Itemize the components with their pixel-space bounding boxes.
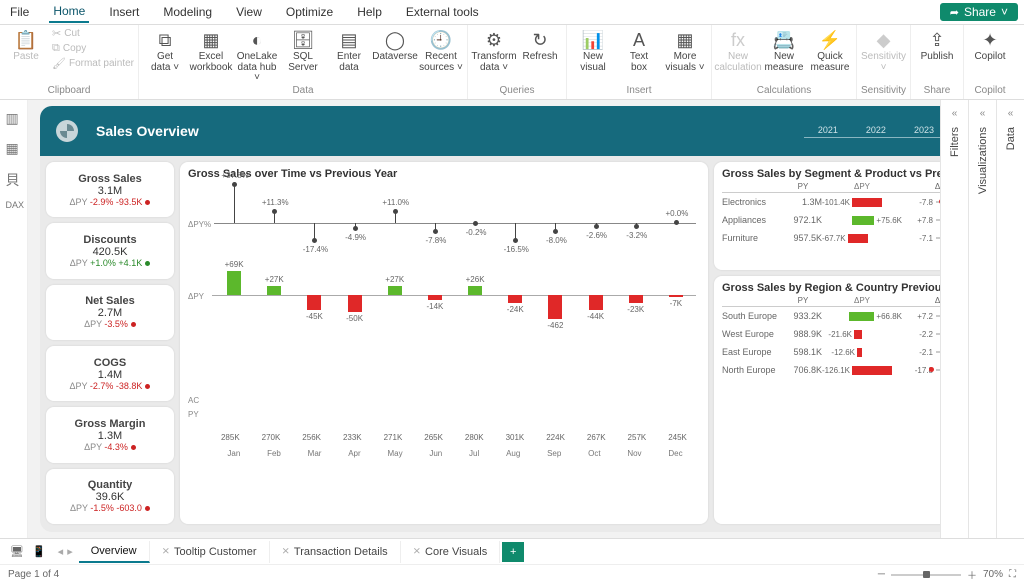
zoom-out-button[interactable]: ─ [878, 569, 885, 580]
pane-visualizations[interactable]: «Visualizations [968, 100, 996, 538]
paste-button[interactable]: 📋Paste [4, 27, 48, 83]
model-view-icon[interactable]: ⾙ [6, 170, 22, 186]
kpi-gross-sales[interactable]: Gross Sales3.1MΔPY -2.9% -93.5K [46, 162, 174, 217]
ribbon-group-data: ⧉Getdata ˅▦Excelworkbook◐OneLakedata hub… [139, 25, 468, 99]
ribbon-refresh[interactable]: ↻Refresh [518, 27, 562, 83]
ribbon-new-calculation[interactable]: fxNewcalculation [716, 27, 760, 83]
menu-view[interactable]: View [232, 2, 266, 22]
menu-modeling[interactable]: Modeling [159, 2, 216, 22]
menu-help[interactable]: Help [353, 2, 386, 22]
fit-page-button[interactable]: ⛶ [1009, 569, 1016, 580]
kpi-net-sales[interactable]: Net Sales2.7MΔPY -3.5% [46, 285, 174, 340]
menu-external-tools[interactable]: External tools [402, 2, 483, 22]
page-tab-transaction-details[interactable]: ⨯Transaction Details [270, 541, 401, 563]
menu-optimize[interactable]: Optimize [282, 2, 337, 22]
ribbon-group-insert: 📊NewvisualATextbox▦Morevisuals ˅Insert [567, 25, 712, 99]
ribbon-new-measure[interactable]: 📇Newmeasure [762, 27, 806, 83]
ribbon-group-share: ⇪PublishShare [911, 25, 964, 99]
ribbon-group-calculations: fxNewcalculation📇Newmeasure⚡Quickmeasure… [712, 25, 857, 99]
page-title: Sales Overview [96, 123, 199, 139]
ribbon-transform-data[interactable]: ⚙Transformdata ˅ [472, 27, 516, 83]
chart-gross-sales-time[interactable]: Gross Sales over Time vs Previous Year Δ… [180, 162, 708, 524]
kpi-gross-margin[interactable]: Gross Margin1.3MΔPY -4.3% [46, 407, 174, 462]
share-button[interactable]: Share ˅ [940, 3, 1018, 21]
dax-view-icon[interactable]: DAX [6, 200, 22, 216]
ribbon-recent-sources[interactable]: 🕘Recentsources ˅ [419, 27, 463, 83]
zoom-in-button[interactable]: ＋ [967, 567, 977, 582]
ribbon-more-visuals[interactable]: ▦Morevisuals ˅ [663, 27, 707, 83]
table-view-icon[interactable]: ▦ [6, 140, 22, 156]
year-tab-2022[interactable]: 2022 [852, 125, 900, 138]
report-view-icon[interactable]: ▥ [6, 110, 22, 126]
ribbon-group-copilot: ✦CopilotCopilot [964, 25, 1016, 99]
report-canvas[interactable]: Sales Overview 2021202220232024 Gross Sa… [28, 100, 1024, 538]
page-tab-overview[interactable]: Overview [79, 541, 150, 563]
pane-data[interactable]: «Data [996, 100, 1024, 538]
menu-insert[interactable]: Insert [105, 2, 143, 22]
mobile-layout-icon[interactable]: 📱 [32, 545, 46, 558]
ribbon-dataverse[interactable]: ◯Dataverse [373, 27, 417, 83]
dashboard: Sales Overview 2021202220232024 Gross Sa… [40, 106, 1012, 532]
zoom-slider[interactable] [891, 574, 961, 576]
desktop-layout-icon[interactable]: 🖥 [10, 545, 24, 558]
page-tab-tooltip-customer[interactable]: ⨯Tooltip Customer [150, 541, 270, 563]
ribbon-onelake-data-hub[interactable]: ◐OneLakedata hub ˅ [235, 27, 279, 83]
ribbon-copilot[interactable]: ✦Copilot [968, 27, 1012, 83]
kpi-discounts[interactable]: Discounts420.5KΔPY +1.0% +4.1K [46, 223, 174, 278]
ribbon-enter-data[interactable]: ▤Enterdata [327, 27, 371, 83]
logo-icon [56, 120, 78, 142]
zoom-level: 70% [983, 569, 1003, 580]
page-tab-core-visuals[interactable]: ⨯Core Visuals [401, 541, 501, 563]
ribbon-quick-measure[interactable]: ⚡Quickmeasure [808, 27, 852, 83]
page-nav-next[interactable]: ▸ [67, 545, 73, 558]
ribbon-group-queries: ⚙Transformdata ˅↻RefreshQueries [468, 25, 567, 99]
view-rail: ▥ ▦ ⾙ DAX [0, 100, 28, 538]
ribbon-get-data[interactable]: ⧉Getdata ˅ [143, 27, 187, 83]
ribbon-publish[interactable]: ⇪Publish [915, 27, 959, 83]
side-panes: «Filters«Visualizations«Data [940, 100, 1024, 538]
copy-button[interactable]: ⧉Copy [52, 42, 134, 55]
menu-file[interactable]: File [6, 2, 33, 22]
ribbon-sql-server[interactable]: 🗄SQLServer [281, 27, 325, 83]
page-tab-strip: 🖥 📱 ◂ ▸ Overview⨯Tooltip Customer⨯Transa… [0, 538, 1024, 564]
ribbon: 📋Paste ✂Cut ⧉Copy 🖌Format painter Clipbo… [0, 25, 1024, 100]
menu-bar: File Home Insert Modeling View Optimize Help Ex… [0, 0, 1024, 25]
ribbon-excel-workbook[interactable]: ▦Excelworkbook [189, 27, 233, 83]
kpi-cogs[interactable]: COGS1.4MΔPY -2.7% -38.8K [46, 346, 174, 401]
ribbon-sensitivity[interactable]: ◆Sensitivity˅ [862, 27, 906, 83]
status-bar: Page 1 of 4 ─ ＋ 70% ⛶ [0, 564, 1024, 584]
add-page-button[interactable]: + [502, 542, 524, 562]
ribbon-text-box[interactable]: ATextbox [617, 27, 661, 83]
workspace: ▥ ▦ ⾙ DAX Sales Overview 202120222023202… [0, 100, 1024, 538]
kpi-quantity[interactable]: Quantity39.6KΔPY -1.5% -603.0 [46, 469, 174, 524]
ribbon-group-sensitivity: ◆Sensitivity˅Sensitivity [857, 25, 911, 99]
kpi-column: Gross Sales3.1MΔPY -2.9% -93.5K Discounts… [46, 162, 174, 524]
group-label: Clipboard [48, 85, 91, 97]
menu-home[interactable]: Home [49, 1, 89, 23]
page-indicator: Page 1 of 4 [8, 569, 59, 580]
year-tab-2021[interactable]: 2021 [804, 125, 852, 138]
ribbon-group-clipboard: 📋Paste ✂Cut ⧉Copy 🖌Format painter Clipbo… [0, 25, 139, 99]
format-painter-button[interactable]: 🖌Format painter [52, 57, 134, 70]
cut-button[interactable]: ✂Cut [52, 27, 134, 40]
page-nav-prev[interactable]: ◂ [58, 545, 64, 558]
ribbon-new-visual[interactable]: 📊Newvisual [571, 27, 615, 83]
pane-filters[interactable]: «Filters [940, 100, 968, 538]
